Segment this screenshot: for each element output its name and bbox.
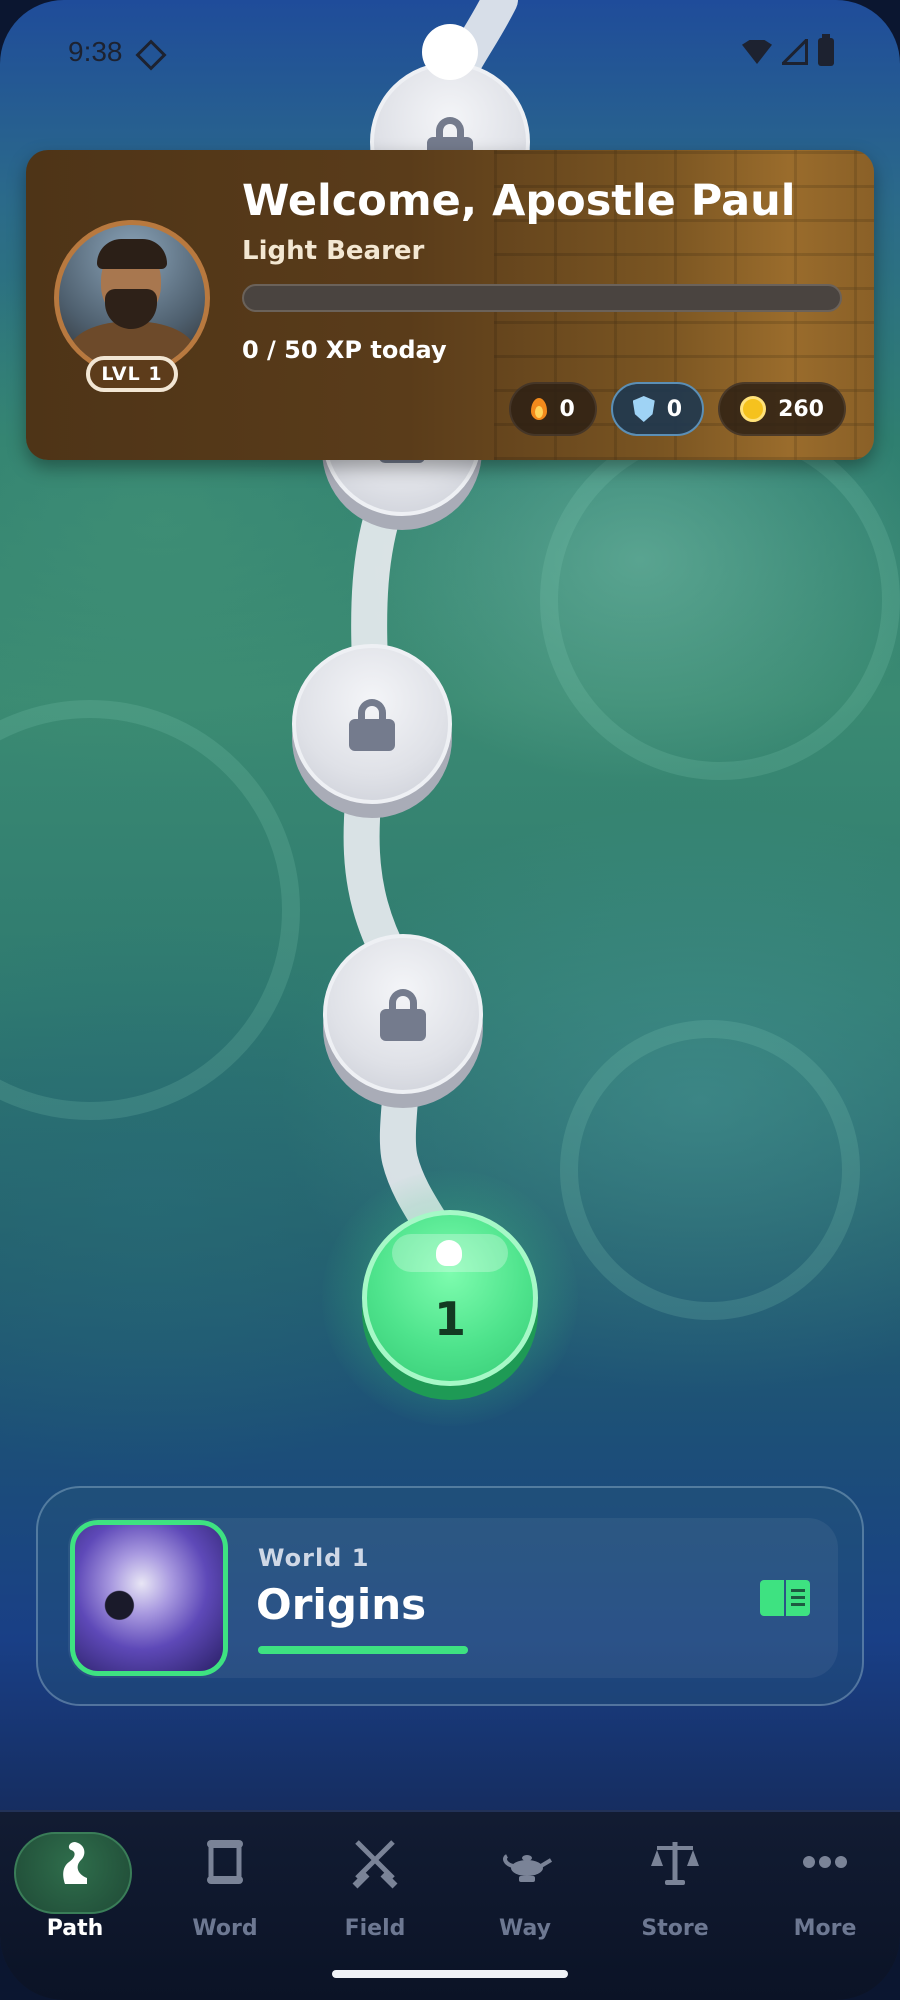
- avatar-frame[interactable]: [54, 220, 210, 376]
- profile-card: LVL 1 Welcome, Apostle Paul Light Bearer…: [26, 150, 874, 460]
- nav-item-path[interactable]: Path: [0, 1826, 150, 1946]
- world-card[interactable]: World 1 Origins: [36, 1486, 864, 1706]
- coin-count: 260: [778, 396, 824, 422]
- streak-pill[interactable]: 0: [509, 382, 597, 436]
- shield-pill[interactable]: 0: [610, 382, 705, 436]
- level-node-current[interactable]: 1: [322, 1170, 578, 1426]
- stat-pills: 0 0 260: [509, 382, 846, 436]
- nav-item-word[interactable]: Word: [150, 1826, 300, 1946]
- level-node-locked[interactable]: [323, 934, 483, 1108]
- world-thumbnail: [70, 1520, 228, 1676]
- nav-label: Field: [344, 1916, 406, 1941]
- nav-label: More: [793, 1916, 857, 1941]
- path-icon: [47, 1834, 103, 1890]
- shield-icon: [632, 396, 655, 422]
- shield-count: 0: [666, 396, 683, 422]
- avatar: [59, 225, 205, 371]
- nav-label: Way: [499, 1916, 551, 1941]
- nav-item-way[interactable]: Way: [450, 1826, 600, 1946]
- scales-icon: [647, 1834, 703, 1890]
- nav-label: Word: [192, 1916, 258, 1941]
- swords-icon: [347, 1834, 403, 1890]
- streak-count: 0: [559, 396, 575, 422]
- camera-cutout: [422, 24, 478, 80]
- welcome-title: Welcome, Apostle Paul: [242, 176, 796, 226]
- lock-icon: [380, 989, 426, 1041]
- book-icon[interactable]: [760, 1580, 810, 1616]
- lesson-head-icon: [436, 1240, 462, 1266]
- world-progress-bar: [258, 1646, 468, 1654]
- nav-item-more[interactable]: More: [750, 1826, 900, 1946]
- home-indicator[interactable]: [332, 1970, 568, 1978]
- coin-icon: [740, 396, 767, 422]
- rank-title: Light Bearer: [242, 236, 425, 266]
- flame-icon: [531, 398, 548, 420]
- coins-pill[interactable]: 260: [718, 382, 846, 436]
- world-name: Origins: [256, 1580, 427, 1629]
- level-node-locked[interactable]: [292, 644, 452, 818]
- app-screen: 9:38 1 LVL 1 Welcome, Apostle Paul Light…: [0, 0, 900, 2000]
- more-icon: [797, 1834, 853, 1890]
- level-badge: LVL 1: [86, 356, 178, 392]
- level-number: 1: [433, 1292, 466, 1346]
- nav-item-field[interactable]: Field: [300, 1826, 450, 1946]
- lamp-icon: [497, 1834, 553, 1890]
- nav-label: Store: [641, 1916, 709, 1941]
- xp-progress-bar: [242, 284, 842, 312]
- nav-label: Path: [46, 1916, 104, 1941]
- world-label: World 1: [258, 1544, 370, 1572]
- xp-text: 0 / 50 XP today: [242, 336, 447, 364]
- lock-icon: [349, 699, 395, 751]
- nav-item-store[interactable]: Store: [600, 1826, 750, 1946]
- scroll-icon: [197, 1834, 253, 1890]
